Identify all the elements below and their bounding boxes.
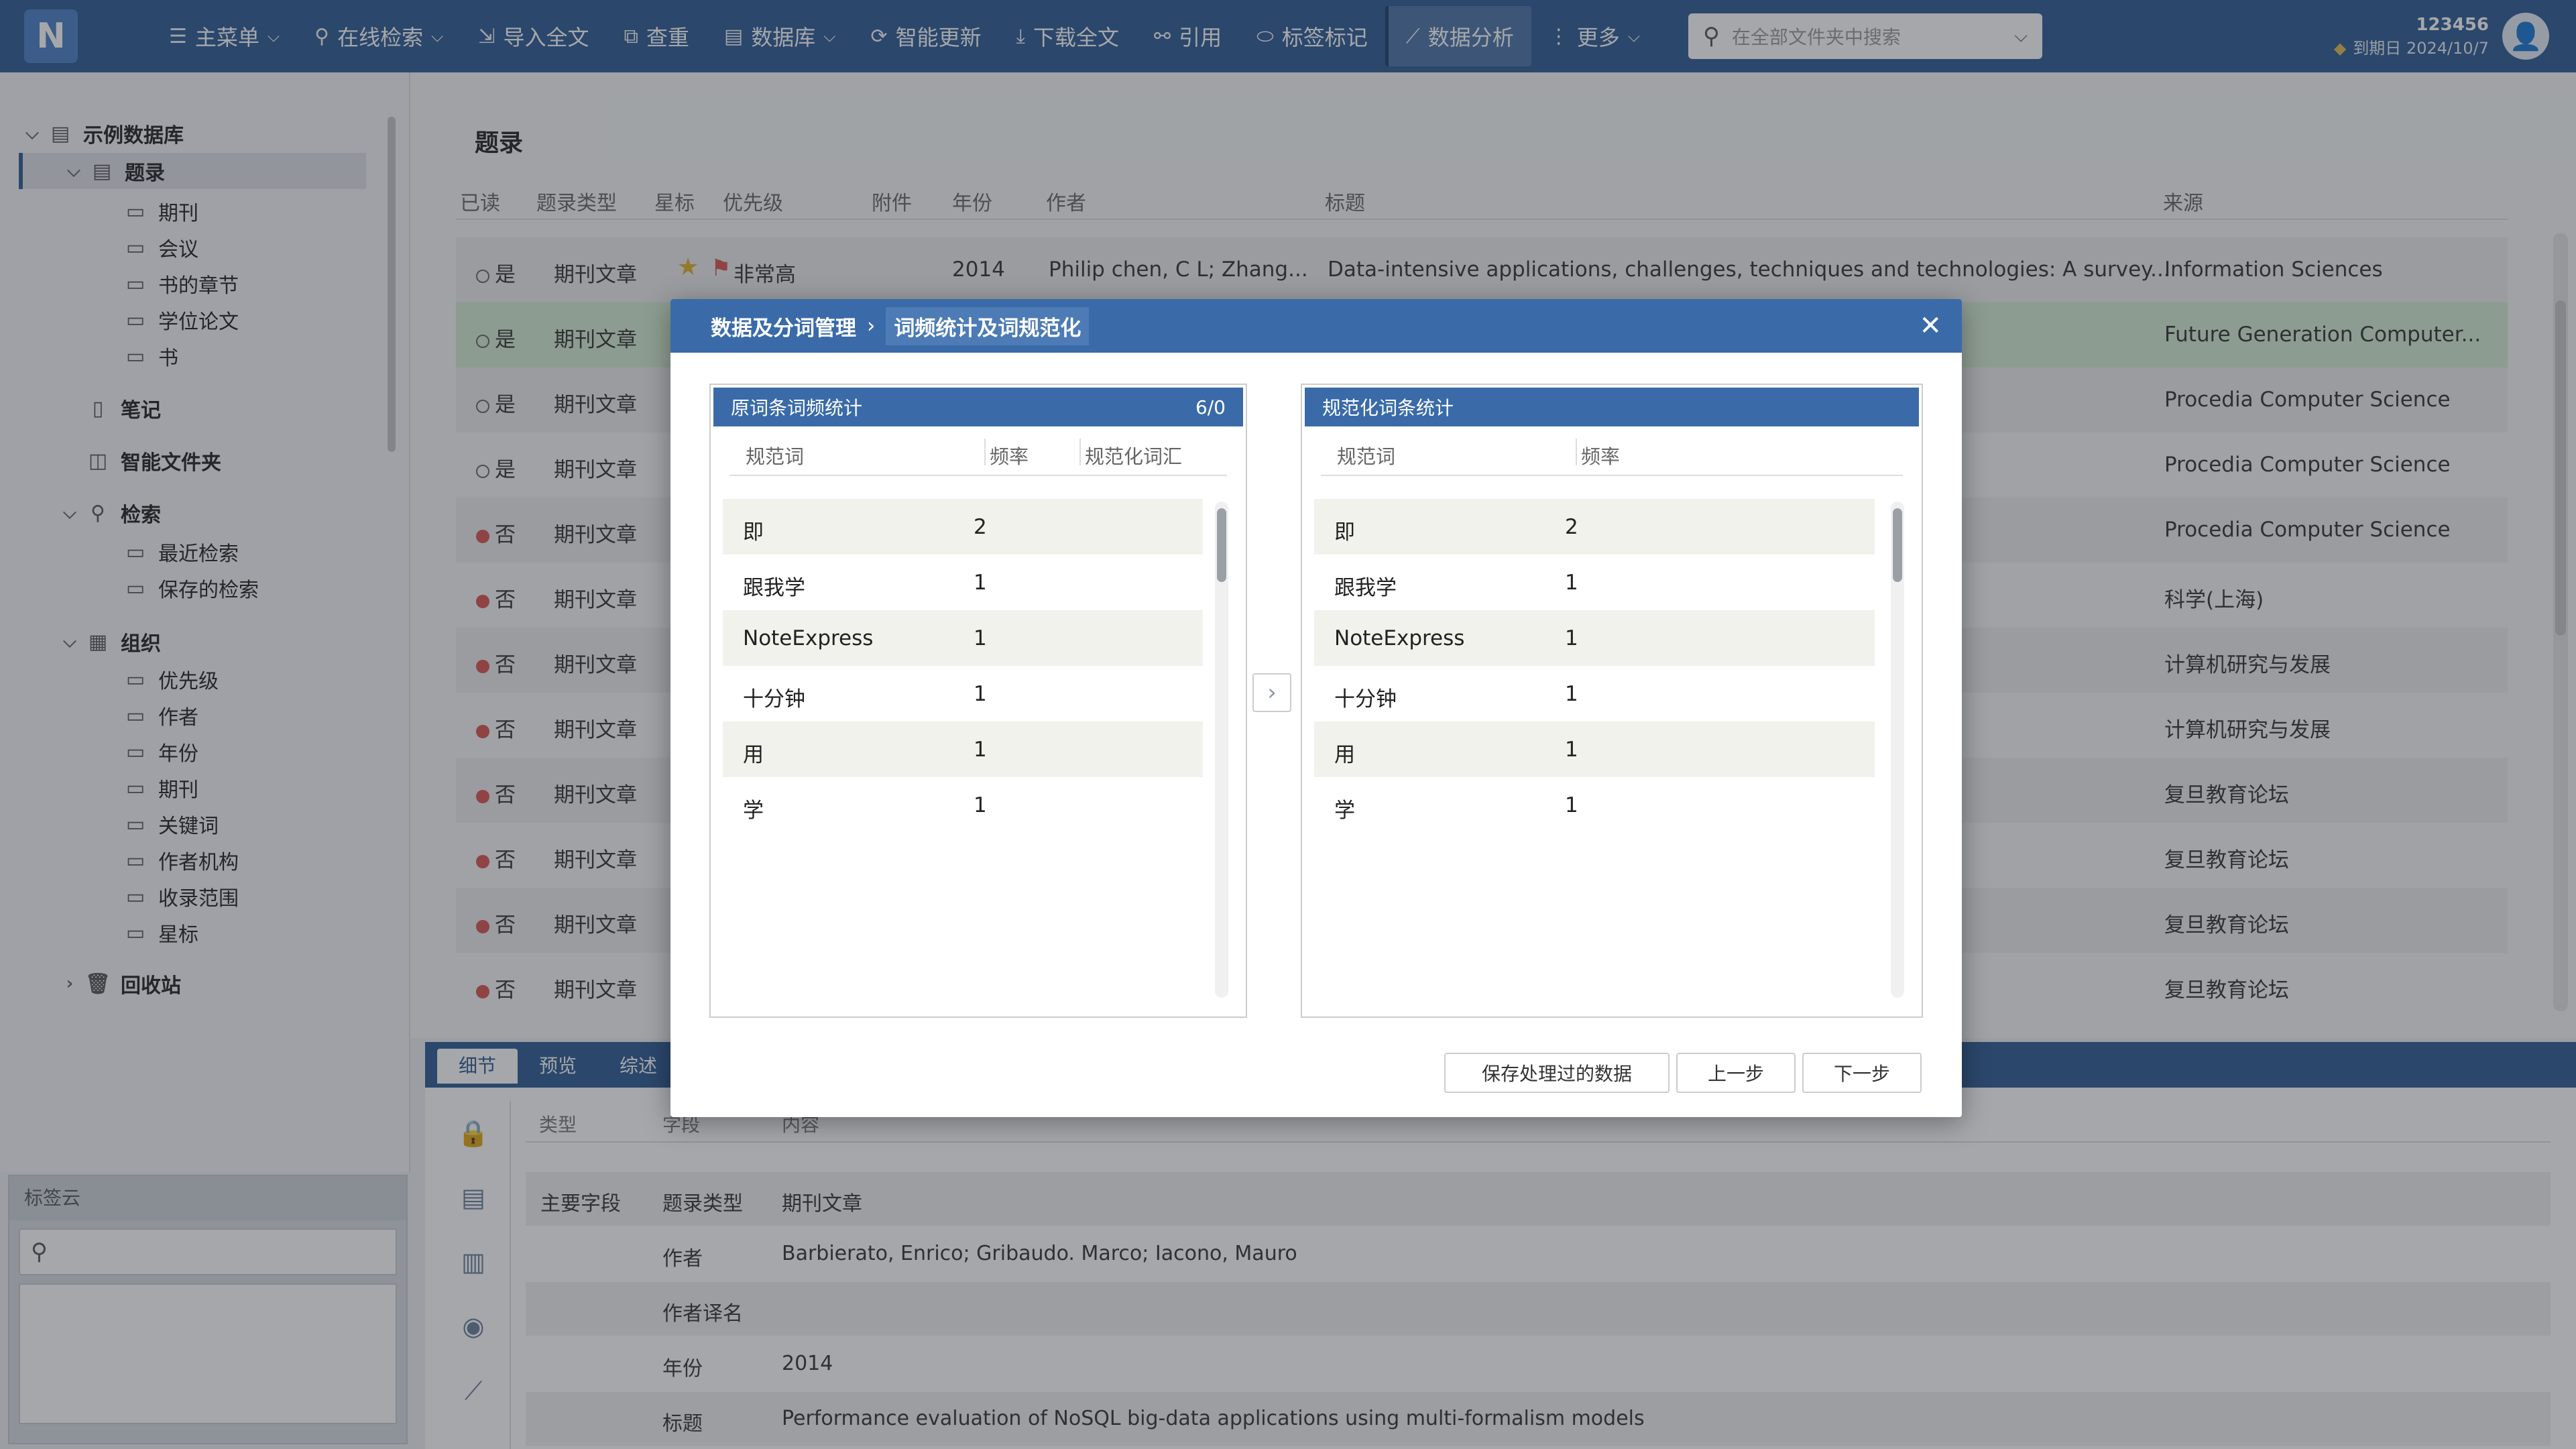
col-normalized-vocab[interactable]: 规范化词汇 bbox=[1085, 441, 1182, 469]
col-frequency[interactable]: 频率 bbox=[990, 441, 1029, 469]
dialog-header: 数据及分词管理 › 词频统计及词规范化 ✕ bbox=[670, 299, 1962, 353]
transfer-arrow-button[interactable]: › bbox=[1252, 673, 1291, 712]
term-word: 用 bbox=[743, 743, 764, 767]
term-frequency: 1 bbox=[1565, 626, 1578, 650]
chevron-right-icon: › bbox=[1267, 679, 1277, 706]
close-icon[interactable]: ✕ bbox=[1919, 310, 1942, 341]
term-word: 即 bbox=[1334, 520, 1355, 544]
term-frequency: 1 bbox=[1565, 793, 1578, 817]
previous-step-button[interactable]: 上一步 bbox=[1676, 1053, 1796, 1093]
original-table-scrollbar[interactable] bbox=[1215, 502, 1228, 998]
breadcrumb-separator-icon: › bbox=[867, 314, 876, 338]
term-row[interactable]: 用1 bbox=[723, 721, 1203, 777]
panel-title: 规范化词条统计 bbox=[1322, 397, 1454, 419]
panel-title: 原词条词频统计 bbox=[731, 397, 863, 419]
term-frequency: 1 bbox=[1565, 682, 1578, 706]
col-normalized-word[interactable]: 规范词 bbox=[1337, 441, 1395, 469]
term-frequency: 1 bbox=[974, 682, 987, 706]
original-term-rows: 即 2 跟我学 1 NoteExpress 1 十分钟 1 用 1 学 1 bbox=[723, 499, 1203, 833]
term-word: 跟我学 bbox=[743, 576, 805, 600]
term-frequency: 1 bbox=[974, 738, 987, 762]
term-word: 学 bbox=[1334, 799, 1355, 823]
term-word: NoteExpress bbox=[743, 626, 874, 650]
normalized-term-rows: 即 2 跟我学 1 NoteExpress 1 十分钟 1 用 1 学 1 bbox=[1314, 499, 1875, 833]
term-row[interactable]: 跟我学 1 bbox=[1314, 555, 1875, 610]
term-word: NoteExpress bbox=[1334, 626, 1465, 650]
term-frequency: 1 bbox=[974, 571, 987, 595]
term-word: 即 bbox=[743, 520, 764, 544]
term-word: 用 bbox=[1334, 743, 1355, 767]
term-row[interactable]: NoteExpress 1 bbox=[1314, 610, 1875, 666]
term-word: 跟我学 bbox=[1334, 576, 1397, 600]
breadcrumb-parent[interactable]: 数据及分词管理 bbox=[711, 311, 856, 341]
col-frequency[interactable]: 频率 bbox=[1581, 441, 1620, 469]
term-word: 十分钟 bbox=[1334, 687, 1397, 711]
col-normalized-word[interactable]: 规范词 bbox=[746, 441, 804, 469]
panel-header: 原词条词频统计 6/0 bbox=[713, 388, 1243, 426]
panel-header: 规范化词条统计 bbox=[1305, 388, 1919, 426]
term-count: 6/0 bbox=[1195, 396, 1226, 418]
normalized-term-panel: 规范化词条统计 规范词 频率 即 2 跟我学 1 NoteExpress 1 十分钟 1 用 1 学… bbox=[1301, 384, 1923, 1018]
term-frequency: 1 bbox=[1565, 571, 1578, 595]
term-row[interactable]: 用1 bbox=[1314, 721, 1875, 777]
next-step-button[interactable]: 下一步 bbox=[1802, 1053, 1922, 1093]
original-table-header: 规范词 频率 规范化词汇 bbox=[729, 429, 1227, 476]
term-frequency: 2 bbox=[974, 515, 987, 539]
normalized-table-header: 规范词 频率 bbox=[1321, 429, 1903, 476]
term-word: 学 bbox=[743, 799, 764, 823]
breadcrumb-current: 词频统计及词规范化 bbox=[886, 306, 1090, 345]
term-row[interactable]: 学1 bbox=[723, 777, 1203, 833]
term-word: 十分钟 bbox=[743, 687, 805, 711]
save-processed-data-button[interactable]: 保存处理过的数据 bbox=[1444, 1053, 1670, 1093]
term-row[interactable]: 即2 bbox=[723, 499, 1203, 555]
term-frequency: 1 bbox=[974, 626, 987, 650]
normalized-table-scrollbar[interactable] bbox=[1891, 502, 1904, 998]
term-row[interactable]: 十分钟 1 bbox=[723, 666, 1203, 721]
term-frequency: 2 bbox=[1565, 515, 1578, 539]
term-row[interactable]: 十分钟 1 bbox=[1314, 666, 1875, 721]
term-row[interactable]: 跟我学 1 bbox=[723, 555, 1203, 610]
term-frequency: 1 bbox=[974, 793, 987, 817]
original-term-frequency-panel: 原词条词频统计 6/0 规范词 频率 规范化词汇 即 2 跟我学 1 NoteExpre… bbox=[709, 384, 1247, 1018]
term-row[interactable]: NoteExpress 1 bbox=[723, 610, 1203, 666]
term-row[interactable]: 即2 bbox=[1314, 499, 1875, 555]
term-row[interactable]: 学1 bbox=[1314, 777, 1875, 833]
term-frequency: 1 bbox=[1565, 738, 1578, 762]
word-frequency-dialog: 数据及分词管理 › 词频统计及词规范化 ✕ 原词条词频统计 6/0 规范词 频率… bbox=[670, 299, 1962, 1117]
